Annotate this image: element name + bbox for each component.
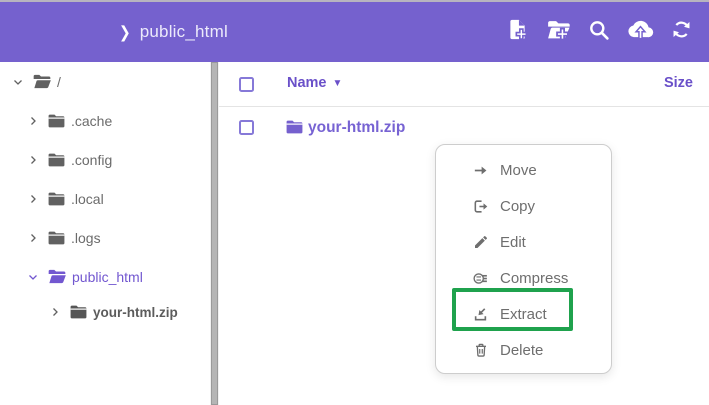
column-header-name[interactable]: Name ▼ (287, 75, 342, 91)
chevron-down-icon[interactable] (27, 271, 39, 283)
folder-icon (47, 152, 66, 168)
tree-item-local[interactable]: .local (0, 179, 209, 218)
search-icon (587, 18, 611, 47)
tree-item-public-html[interactable]: public_html (0, 257, 209, 296)
refresh-icon (670, 18, 693, 46)
breadcrumb: ❯ public_html (119, 2, 228, 62)
menu-item-delete[interactable]: Delete (436, 332, 611, 368)
tree-item-label: .logs (71, 230, 101, 246)
size-column-label: Size (664, 75, 693, 91)
breadcrumb-path[interactable]: public_html (140, 22, 228, 42)
chevron-right-icon[interactable] (27, 193, 39, 205)
tree-item-label: .config (71, 152, 112, 168)
menu-item-label: Extract (500, 306, 547, 323)
new-file-button[interactable] (503, 18, 531, 46)
folder-icon (47, 230, 66, 246)
context-menu: Move Copy Edit (435, 144, 612, 374)
top-toolbar: ❯ public_html (0, 2, 709, 62)
upload-icon (627, 16, 654, 48)
menu-item-edit[interactable]: Edit (436, 224, 611, 260)
tree-item-cache[interactable]: .cache (0, 101, 209, 140)
column-header-size[interactable]: Size (664, 75, 693, 91)
refresh-button[interactable] (667, 18, 695, 46)
chevron-down-icon[interactable] (12, 76, 24, 88)
folder-open-icon (32, 73, 52, 90)
tree-item-your-html-zip[interactable]: your-html.zip (0, 296, 209, 328)
folder-icon (69, 304, 88, 320)
tree-item-label: / (57, 74, 61, 90)
folder-tree-sidebar: / .cache .co (0, 62, 209, 405)
new-folder-icon (545, 16, 572, 48)
file-name[interactable]: your-html.zip (308, 119, 405, 137)
search-button[interactable] (585, 18, 613, 46)
extract-icon (472, 306, 489, 323)
copy-out-icon (472, 198, 489, 215)
compress-icon (472, 270, 489, 287)
toolbar-actions (503, 2, 695, 62)
menu-item-label: Edit (500, 234, 526, 251)
file-manager-window: ❯ public_html (0, 0, 709, 405)
menu-item-extract[interactable]: Extract (436, 296, 611, 332)
menu-item-copy[interactable]: Copy (436, 188, 611, 224)
table-header: Name ▼ Size (219, 62, 709, 107)
chevron-right-icon[interactable] (27, 115, 39, 127)
row-checkbox[interactable] (239, 120, 254, 135)
folder-open-icon (47, 268, 67, 285)
chevron-right-icon[interactable] (27, 232, 39, 244)
menu-item-move[interactable]: Move (436, 152, 611, 188)
name-column-label: Name (287, 75, 327, 91)
sidebar-scrollbar[interactable] (210, 62, 219, 405)
breadcrumb-chevron-icon: ❯ (119, 22, 131, 42)
tree-item-label: .local (71, 191, 104, 207)
tree-item-label: public_html (72, 269, 143, 285)
trash-icon (472, 342, 489, 359)
arrow-right-icon (472, 162, 489, 179)
tree-item-config[interactable]: .config (0, 140, 209, 179)
menu-item-label: Compress (500, 270, 568, 287)
folder-icon (47, 191, 66, 207)
new-file-icon (505, 17, 530, 47)
upload-button[interactable] (626, 18, 654, 46)
menu-item-label: Move (500, 162, 537, 179)
tree-item-label: your-html.zip (93, 305, 178, 320)
sidebar-scrollbar-thumb[interactable] (211, 62, 218, 405)
sort-desc-icon: ▼ (333, 78, 343, 89)
tree-item-logs[interactable]: .logs (0, 218, 209, 257)
pencil-icon (472, 234, 489, 251)
tree-item-root[interactable]: / (0, 62, 209, 101)
select-all-checkbox[interactable] (239, 77, 254, 92)
menu-item-compress[interactable]: Compress (436, 260, 611, 296)
menu-item-label: Copy (500, 198, 535, 215)
chevron-right-icon[interactable] (27, 154, 39, 166)
menu-item-label: Delete (500, 342, 543, 359)
chevron-right-icon[interactable] (49, 306, 61, 318)
new-folder-button[interactable] (544, 18, 572, 46)
folder-icon (47, 113, 66, 129)
folder-icon (285, 119, 304, 135)
tree-item-label: .cache (71, 113, 112, 129)
